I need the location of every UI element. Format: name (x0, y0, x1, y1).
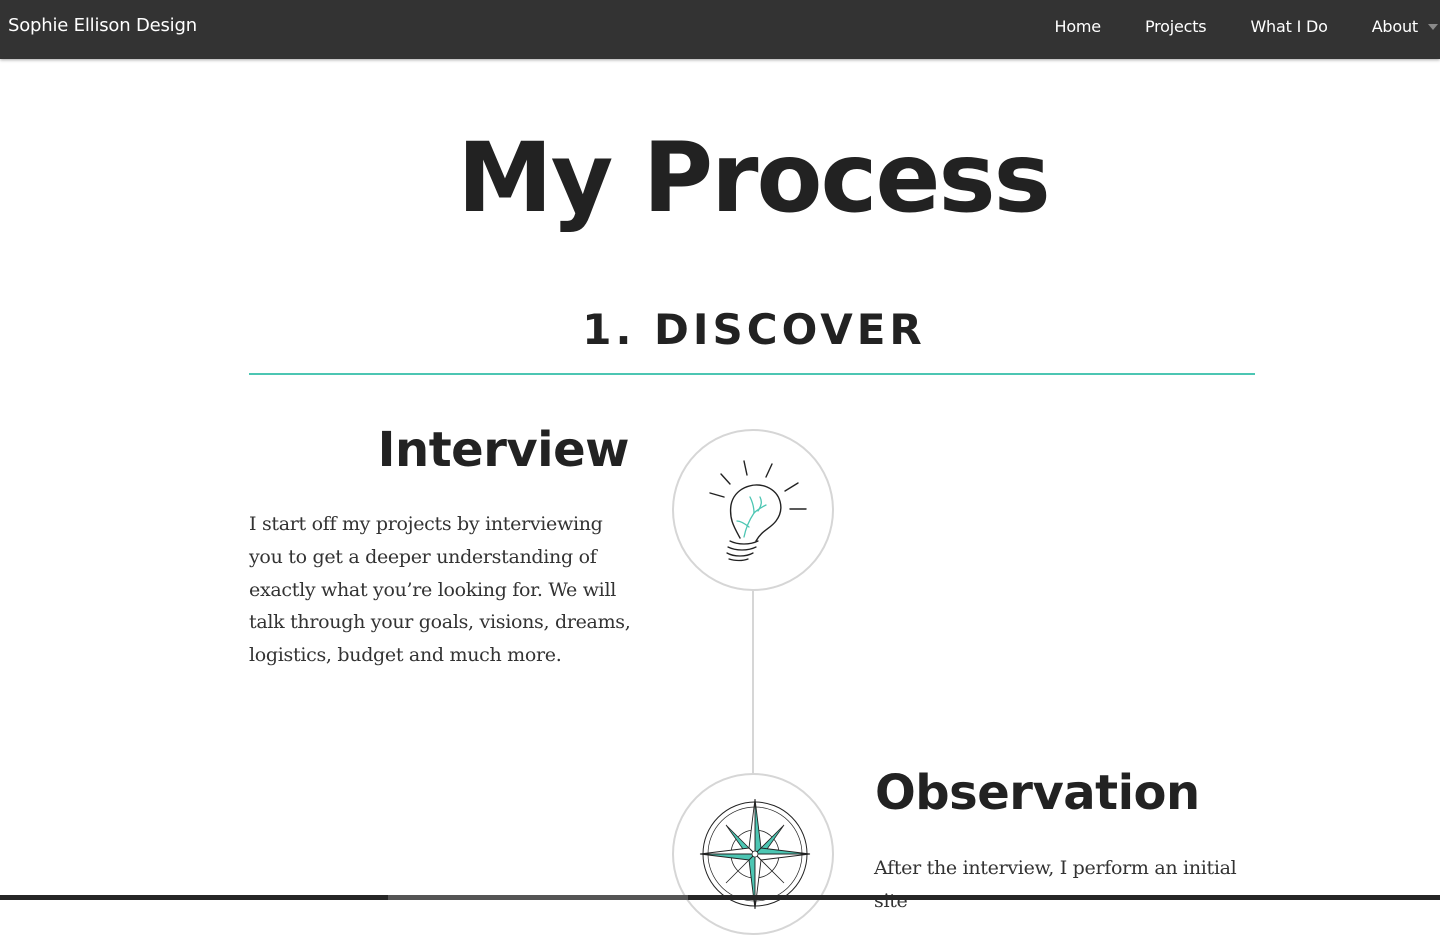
observation-icon-circle (672, 773, 834, 935)
brand-link[interactable]: Sophie Ellison Design (8, 0, 197, 52)
compass-rose-icon (674, 775, 836, 937)
nav-about-label: About (1372, 17, 1418, 36)
timeline-connector (752, 590, 754, 776)
chevron-down-icon (1428, 24, 1438, 30)
nav-projects-link[interactable]: Projects (1145, 17, 1206, 36)
page-title: My Process (0, 122, 1440, 234)
nav-home-link[interactable]: Home (1055, 17, 1101, 36)
section-title-observation: Observation (875, 763, 1275, 823)
nav-what-i-do-link[interactable]: What I Do (1250, 17, 1327, 36)
section-title-interview: Interview (249, 420, 629, 480)
lightbulb-icon (674, 431, 836, 593)
section-text-observation: After the interview, I perform an initia… (874, 852, 1264, 918)
step-divider (249, 373, 1255, 375)
nav-menu: Home Projects What I Do About (1055, 0, 1440, 52)
interview-icon-circle (672, 429, 834, 591)
top-navbar: Sophie Ellison Design Home Projects What… (0, 0, 1440, 59)
step-heading: 1. DISCOVER (249, 302, 1255, 358)
section-text-interview: I start off my projects by interviewing … (249, 508, 633, 672)
bottom-window-edge (0, 895, 1440, 900)
nav-about-dropdown[interactable]: About (1372, 17, 1438, 36)
bottom-edge-highlight (388, 895, 688, 900)
